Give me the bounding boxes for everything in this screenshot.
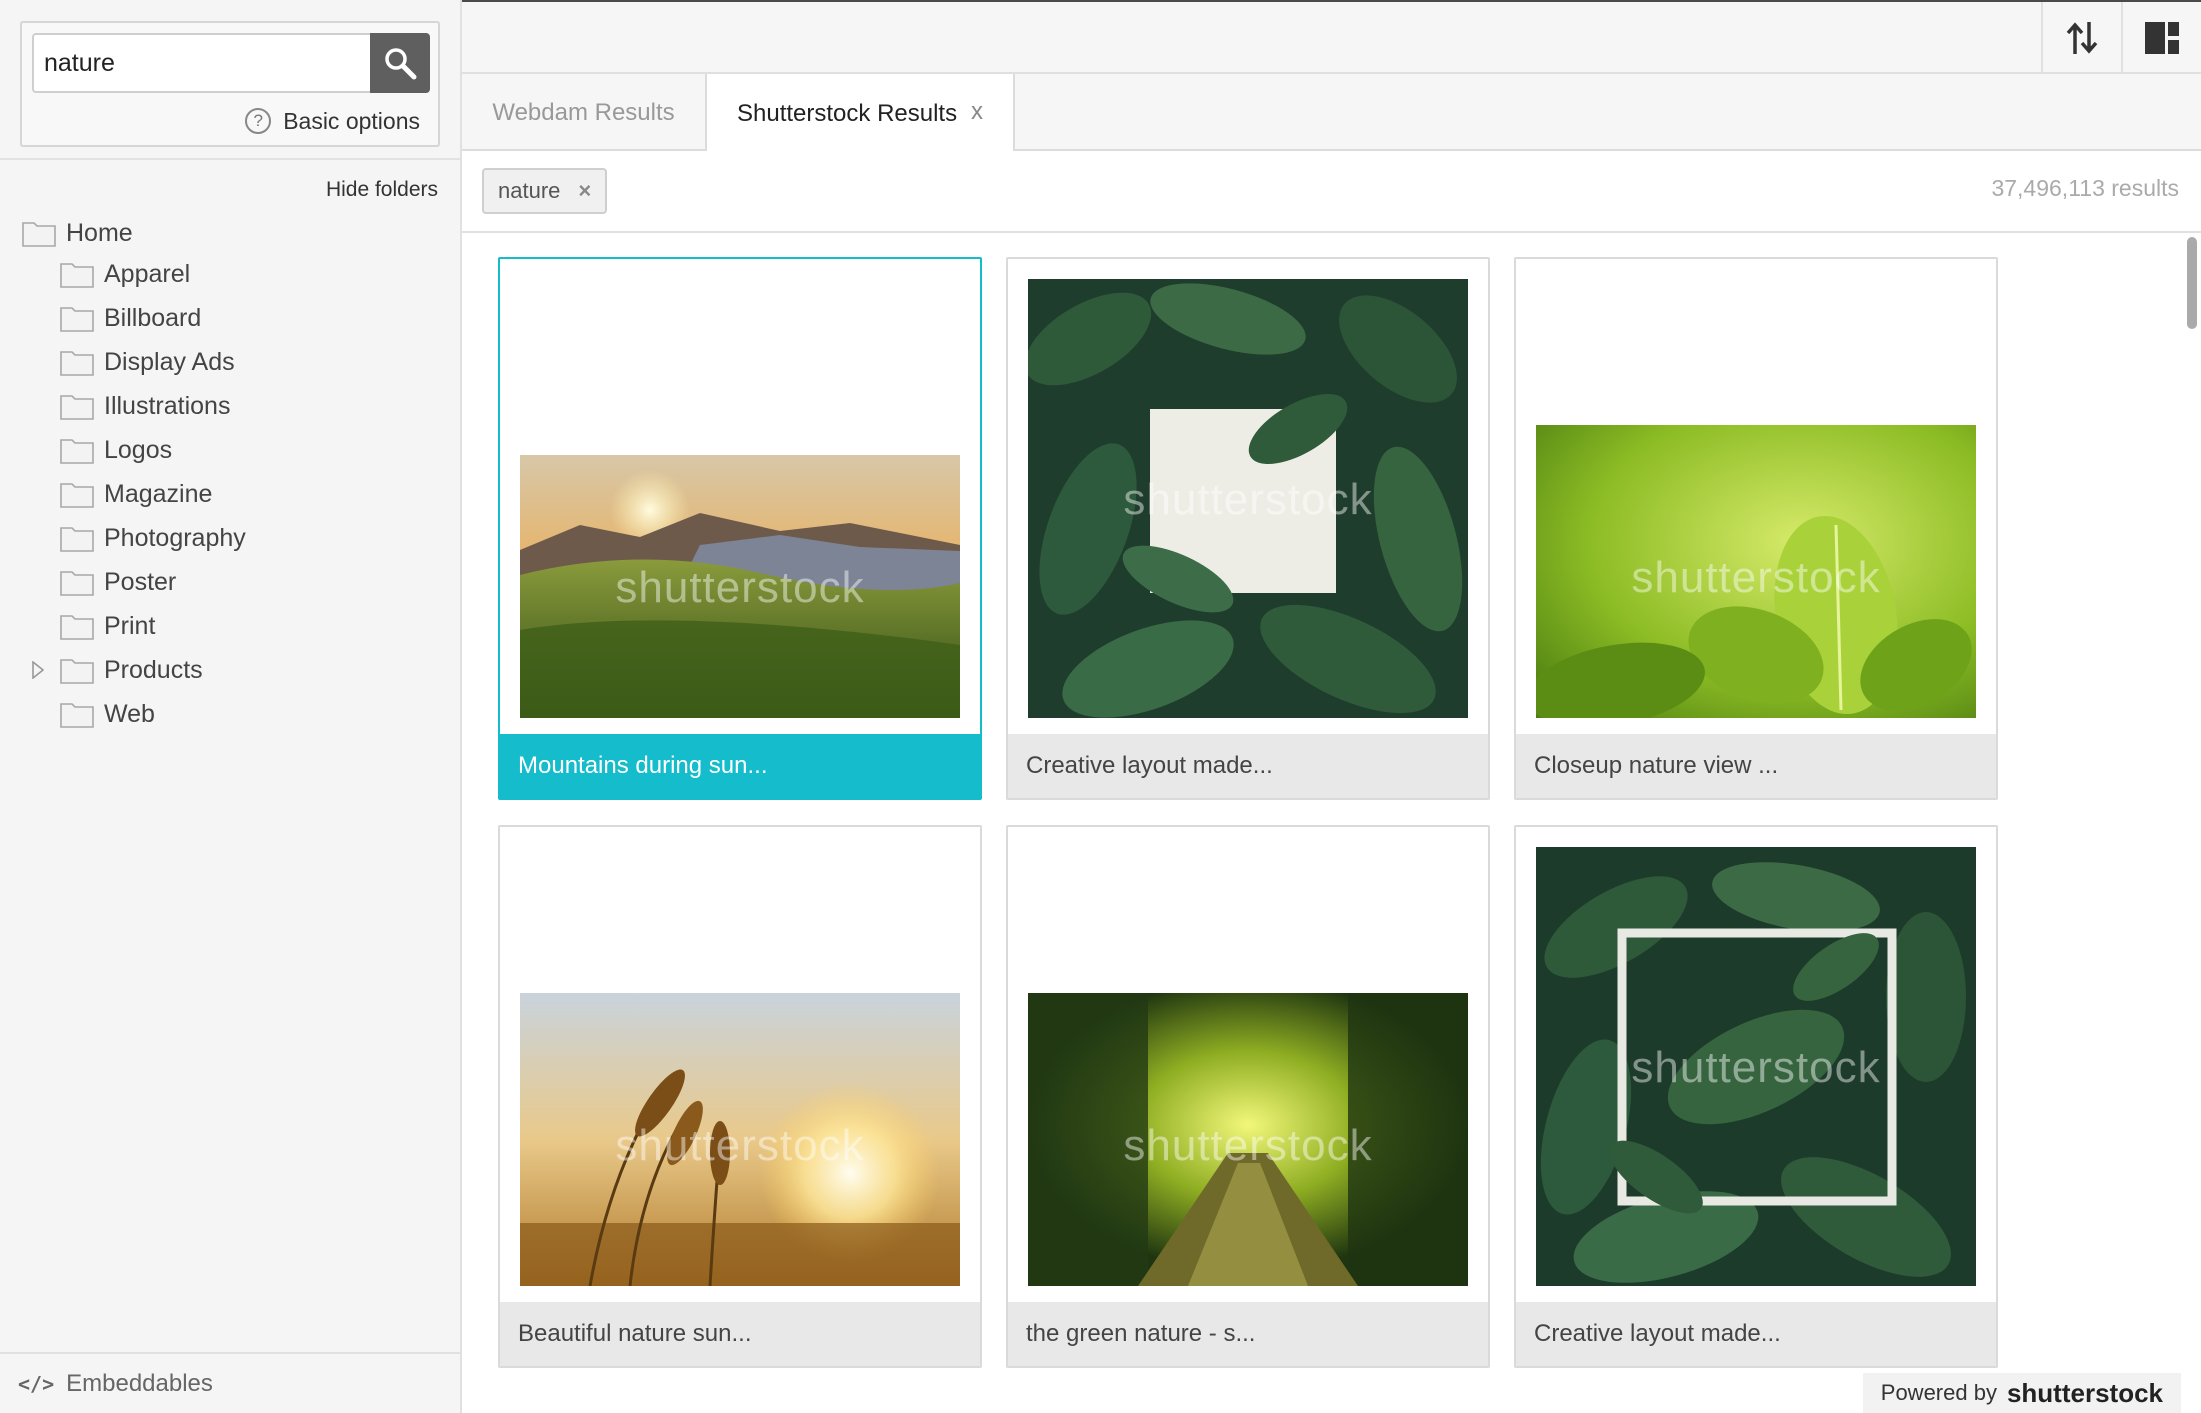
- card-caption: Creative layout made...: [1516, 1302, 1996, 1366]
- watermark: shutterstock: [1123, 1121, 1373, 1170]
- folder-label: Magazine: [104, 479, 213, 508]
- result-card[interactable]: shutterstock Creative layout made...: [1006, 257, 1490, 800]
- folder-icon: [22, 222, 56, 247]
- results-grid: shutterstock Mountains during sun... shu…: [462, 233, 2201, 1413]
- watermark: shutterstock: [1631, 1043, 1881, 1092]
- folder-label: Photography: [104, 523, 246, 552]
- folder-billboard[interactable]: Billboard: [60, 298, 201, 338]
- folder-icon: [60, 439, 94, 464]
- sidebar: ? Basic options Hide folders Home Appare…: [0, 0, 462, 1413]
- sort-arrows-icon: [2066, 22, 2098, 54]
- folder-poster[interactable]: Poster: [60, 562, 176, 602]
- folder-apparel[interactable]: Apparel: [60, 254, 190, 294]
- shutterstock-logo: shutterstock: [2006, 1377, 2163, 1408]
- folder-label: Print: [104, 611, 156, 640]
- watermark: shutterstock: [1631, 553, 1881, 602]
- folder-icon: [60, 527, 94, 552]
- folder-label: Products: [104, 655, 203, 684]
- code-icon: </>: [18, 1371, 55, 1396]
- close-tab-button[interactable]: x: [971, 98, 983, 126]
- embeddables-label: Embeddables: [66, 1369, 213, 1397]
- top-toolbar: [462, 0, 2201, 74]
- result-thumbnail: shutterstock: [1536, 847, 1976, 1286]
- folder-icon: [60, 659, 94, 684]
- folder-products[interactable]: Products: [60, 650, 203, 690]
- folder-magazine[interactable]: Magazine: [60, 474, 212, 514]
- hide-folders-link[interactable]: Hide folders: [326, 178, 438, 202]
- folder-icon: [60, 615, 94, 640]
- triangle-right-icon: [32, 661, 44, 679]
- folder-icon: [60, 571, 94, 596]
- result-thumbnail: shutterstock: [1028, 279, 1468, 718]
- expand-products-toggle[interactable]: [30, 660, 46, 680]
- chip-label: nature: [498, 178, 561, 203]
- folder-label: Logos: [104, 435, 173, 464]
- folder-web[interactable]: Web: [60, 694, 155, 734]
- search-button[interactable]: [370, 33, 430, 93]
- folder-illustrations[interactable]: Illustrations: [60, 386, 230, 426]
- folder-logos[interactable]: Logos: [60, 430, 172, 470]
- watermark: shutterstock: [615, 563, 865, 612]
- folder-icon: [60, 263, 94, 288]
- result-card[interactable]: shutterstock Creative layout made...: [1514, 825, 1998, 1368]
- filter-bar: nature × 37,496,113 results: [462, 151, 2201, 233]
- help-icon: ?: [245, 108, 272, 134]
- remove-chip-button[interactable]: ×: [578, 178, 591, 204]
- watermark: shutterstock: [615, 1121, 865, 1170]
- folder-icon: [60, 351, 94, 376]
- folder-icon: [60, 483, 94, 508]
- basic-options-link[interactable]: ? Basic options: [245, 103, 420, 139]
- search-icon: [385, 48, 417, 80]
- result-card[interactable]: shutterstock Mountains during sun...: [498, 257, 982, 800]
- search-panel: ? Basic options: [20, 21, 440, 147]
- result-card[interactable]: shutterstock the green nature - s...: [1006, 825, 1490, 1368]
- sort-button[interactable]: [2041, 2, 2121, 74]
- folder-home[interactable]: Home: [22, 213, 133, 253]
- tab-shutterstock-results[interactable]: Shutterstock Results x: [705, 74, 1015, 153]
- result-card[interactable]: shutterstock Beautiful nature sun...: [498, 825, 982, 1368]
- result-thumbnail: shutterstock: [520, 993, 960, 1286]
- folder-label: Web: [104, 699, 155, 728]
- folder-label: Billboard: [104, 303, 202, 332]
- result-thumbnail: shutterstock: [1028, 993, 1468, 1286]
- tab-label: Shutterstock Results: [737, 99, 958, 127]
- results-tabs: Webdam Results Shutterstock Results x: [462, 74, 2201, 153]
- card-caption: Mountains during sun...: [500, 734, 980, 798]
- search-term-chip: nature ×: [482, 168, 608, 214]
- folder-print[interactable]: Print: [60, 606, 155, 646]
- search-input[interactable]: [32, 33, 392, 93]
- folder-label: Poster: [104, 567, 177, 596]
- card-caption: Closeup nature view ...: [1516, 734, 1996, 798]
- folder-photography[interactable]: Photography: [60, 518, 246, 558]
- layout-toggle-button[interactable]: [2121, 2, 2201, 74]
- result-thumbnail: shutterstock: [1536, 425, 1976, 718]
- folder-icon: [60, 307, 94, 332]
- folder-label: Home: [66, 218, 133, 247]
- results-count: 37,496,113 results: [1991, 175, 2179, 201]
- result-card[interactable]: shutterstock Closeup nature view ...: [1514, 257, 1998, 800]
- basic-options-label: Basic options: [283, 107, 420, 134]
- folder-icon: [60, 395, 94, 420]
- sidebar-divider: [0, 158, 460, 160]
- tab-webdam-results[interactable]: Webdam Results: [462, 74, 705, 151]
- folder-display-ads[interactable]: Display Ads: [60, 342, 235, 382]
- grid-layout-icon: [2145, 22, 2179, 54]
- folder-label: Illustrations: [104, 391, 231, 420]
- card-caption: Creative layout made...: [1008, 734, 1488, 798]
- card-caption: the green nature - s...: [1008, 1302, 1488, 1366]
- result-thumbnail: shutterstock: [520, 455, 960, 718]
- folder-label: Apparel: [104, 259, 191, 288]
- folder-label: Display Ads: [104, 347, 235, 376]
- scrollbar[interactable]: [2187, 237, 2197, 329]
- powered-by-label: Powered by: [1880, 1380, 1997, 1405]
- card-caption: Beautiful nature sun...: [500, 1302, 980, 1366]
- folder-icon: [60, 703, 94, 728]
- embeddables-link[interactable]: </> Embeddables: [0, 1352, 460, 1413]
- powered-by-badge: Powered by shutterstock: [1862, 1373, 2181, 1413]
- watermark: shutterstock: [1123, 475, 1373, 524]
